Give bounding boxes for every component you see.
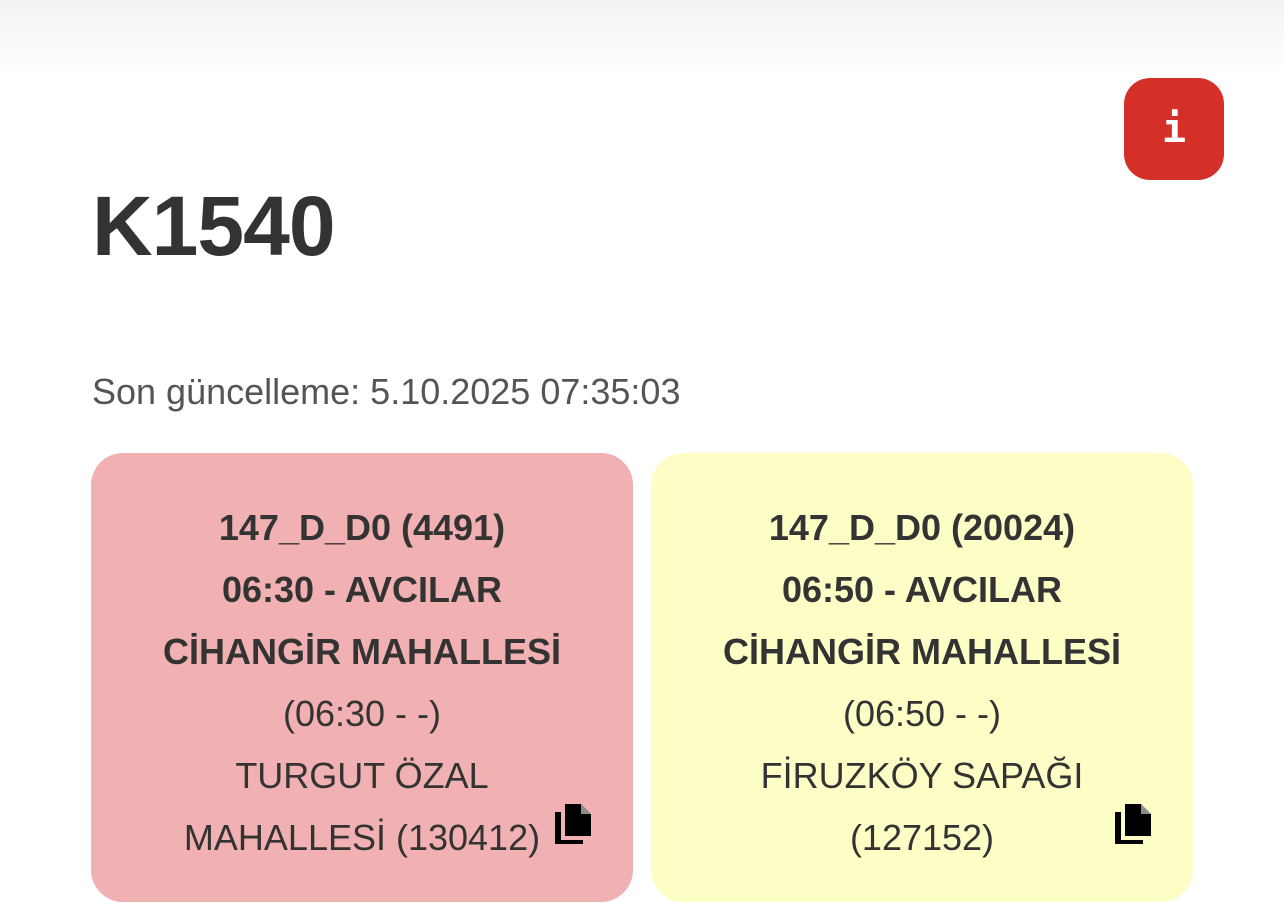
trip-card-1: 147_D_D0 (4491) 06:30 - AVCILAR CİHANGİR… — [91, 453, 633, 902]
trip-stop-line1: TURGUT ÖZAL — [235, 755, 489, 796]
last-update-text: Son güncelleme: 5.10.2025 07:35:03 — [92, 371, 681, 412]
trip-origin: CİHANGİR MAHALLESİ — [723, 631, 1121, 672]
trip-stop-line1: FİRUZKÖY SAPAĞI — [760, 755, 1084, 796]
trip-id: 147_D_D0 (20024) — [768, 507, 1076, 548]
page: i K1540 Son güncelleme: 5.10.2025 07:35:… — [0, 0, 1284, 914]
trip-card-2: 147_D_D0 (20024) 06:50 - AVCILAR CİHANGİ… — [651, 453, 1193, 902]
copy-icon[interactable] — [1113, 802, 1153, 846]
trip-departure: 06:50 - AVCILAR — [781, 569, 1063, 610]
trip-stop-line2: MAHALLESİ (130412) — [183, 817, 541, 858]
copy-icon[interactable] — [553, 802, 593, 846]
trip-id: 147_D_D0 (4491) — [218, 507, 506, 548]
info-button[interactable]: i — [1124, 78, 1224, 180]
trip-departure: 06:30 - AVCILAR — [221, 569, 503, 610]
trip-stop-line2: (127152) — [849, 817, 995, 858]
top-bar-shadow — [0, 0, 1284, 78]
trip-time-range: (06:30 - -) — [282, 693, 442, 734]
page-title: K1540 — [92, 179, 336, 273]
trip-time-range: (06:50 - -) — [842, 693, 1002, 734]
trip-origin: CİHANGİR MAHALLESİ — [163, 631, 561, 672]
info-icon: i — [1161, 106, 1187, 152]
